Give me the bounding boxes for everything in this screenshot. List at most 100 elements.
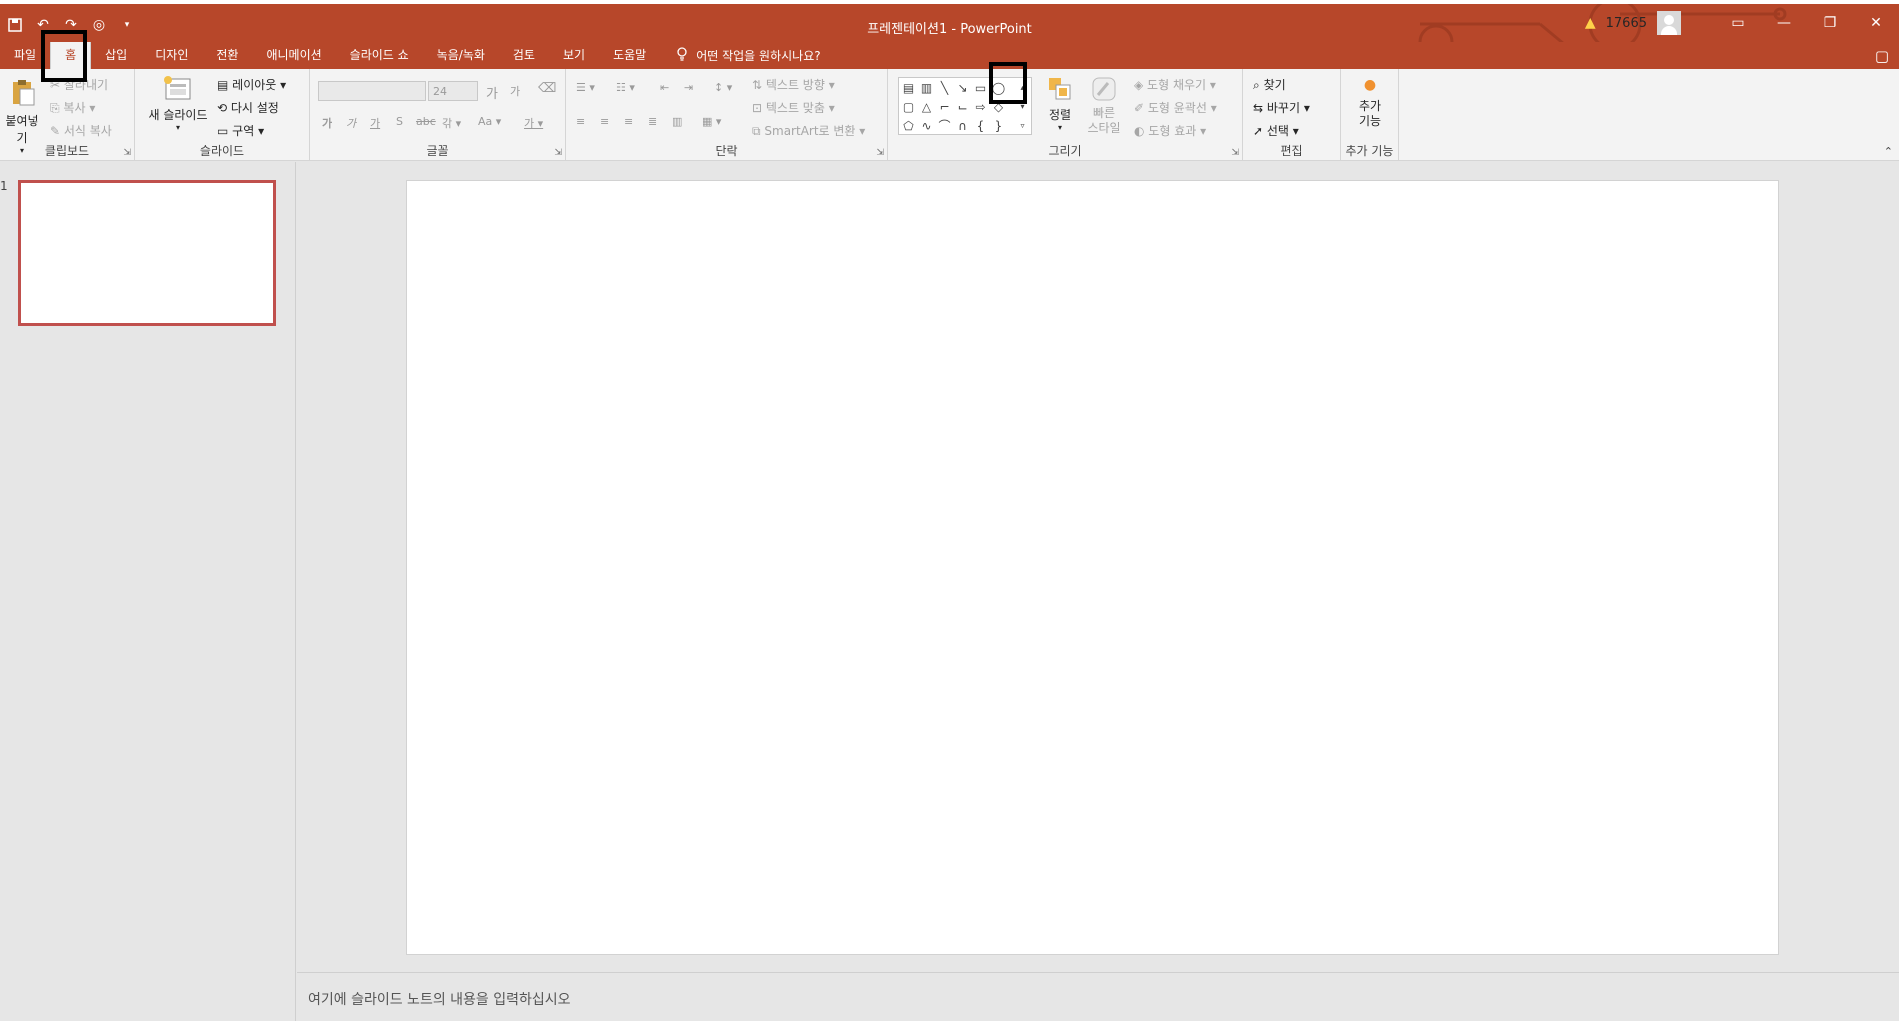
section-button[interactable]: ▭ 구역 ▾ <box>217 122 264 139</box>
addins-icon: ● <box>1363 77 1377 93</box>
font-name-combo[interactable] <box>318 81 426 101</box>
left-brace-icon[interactable]: { <box>973 118 988 133</box>
slide-editor <box>297 162 1899 972</box>
italic-icon[interactable]: 가 <box>346 115 356 131</box>
tab-6[interactable]: 슬라이드 쇼 <box>336 42 423 69</box>
addins-button[interactable]: ● 추가 기능 <box>1347 77 1393 129</box>
close-button[interactable]: ✕ <box>1853 4 1899 42</box>
font-size-combo[interactable]: 24 <box>428 81 478 101</box>
dialog-launcher-icon[interactable]: ⇲ <box>554 148 562 158</box>
minimize-button[interactable]: — <box>1761 4 1807 42</box>
tab-10[interactable]: 도움말 <box>599 42 660 69</box>
arrow-icon[interactable]: ↘ <box>955 80 970 95</box>
bullets-icon[interactable]: ☰ ▾ <box>576 81 595 94</box>
increase-indent-icon[interactable]: ⇥ <box>684 81 693 94</box>
warning-icon[interactable]: ▲ <box>1585 15 1596 31</box>
triangle-icon[interactable]: △ <box>919 99 934 114</box>
select-button[interactable]: ➚ 선택 ▾ <box>1253 122 1299 139</box>
align-right-icon[interactable]: ≡ <box>624 115 633 128</box>
numbering-icon[interactable]: ☷ ▾ <box>616 81 635 94</box>
elbow-connector-icon[interactable]: ⌐ <box>937 99 952 114</box>
rectangle-icon[interactable]: ▭ <box>973 80 988 95</box>
line-icon[interactable]: ╲ <box>937 80 952 95</box>
pentagon-icon[interactable]: ⬠ <box>901 118 916 133</box>
align-left-icon[interactable]: ≡ <box>576 115 585 128</box>
font-group: 24 가 가 ⌫ 가 가 가 S abc 갂 ▾ Aa ▾ 가 ▾ 글꼴 ⇲ <box>310 69 566 161</box>
distributed-icon[interactable]: ▥ <box>672 115 682 128</box>
new-slide-button[interactable]: 새 슬라이드 ▾ <box>143 75 213 132</box>
tab-7[interactable]: 녹음/녹화 <box>423 42 499 69</box>
underline-icon[interactable]: 가 <box>370 115 380 131</box>
elbow-arrow-icon[interactable]: ⌙ <box>955 99 970 114</box>
avatar[interactable] <box>1657 11 1681 35</box>
tell-me-text: 어떤 작업을 원하시나요? <box>696 49 821 63</box>
replace-button[interactable]: ⇆ 바꾸기 ▾ <box>1253 99 1310 116</box>
arc-icon[interactable]: ⌒ <box>937 118 952 133</box>
comment-icon[interactable]: ▢ <box>1875 47 1889 65</box>
strikethrough-icon[interactable]: abc <box>416 115 436 128</box>
dialog-launcher-icon[interactable]: ⇲ <box>123 148 131 158</box>
grow-font-icon[interactable]: 가 <box>486 83 498 102</box>
text-box-icon[interactable]: ▤ <box>901 80 916 95</box>
reset-button[interactable]: ⟲ 다시 설정 <box>217 99 279 116</box>
right-brace-icon[interactable]: } <box>991 118 1006 133</box>
clipboard-group: 붙여넣기 ▾ ✂ 잘라내기 ⎘ 복사 ▾ ✎ 서식 복사 클립보드 ⇲ <box>0 69 135 161</box>
slide-canvas[interactable] <box>406 180 1779 955</box>
curve-icon[interactable]: ∩ <box>955 118 970 133</box>
tab-4[interactable]: 전환 <box>202 42 252 69</box>
justify-icon[interactable]: ≣ <box>648 115 657 128</box>
shape-outline-button[interactable]: ✐ 도형 윤곽선 ▾ <box>1134 99 1217 116</box>
tab-9[interactable]: 보기 <box>549 42 599 69</box>
shadow-icon[interactable]: S <box>396 115 403 128</box>
slide-thumbnail[interactable] <box>18 180 276 326</box>
bold-icon[interactable]: 가 <box>322 115 332 131</box>
replace-label: 바꾸기 <box>1266 101 1301 115</box>
highlight-oval-shape <box>989 62 1027 104</box>
character-spacing-icon[interactable]: 갂 ▾ <box>442 115 461 131</box>
cursor-icon: ➚ <box>1253 124 1264 138</box>
editing-group: ⌕ 찾기 ⇆ 바꾸기 ▾ ➚ 선택 ▾ 편집 <box>1243 69 1341 161</box>
ribbon-display-options-icon[interactable]: ▭ <box>1715 4 1761 42</box>
find-button[interactable]: ⌕ 찾기 <box>1253 76 1286 93</box>
shape-effects-button[interactable]: ◐ 도형 효과 ▾ <box>1134 122 1206 139</box>
text-direction-button[interactable]: ⇅ 텍스트 방향 ▾ <box>752 76 835 93</box>
font-color-icon[interactable]: 가 ▾ <box>524 115 543 131</box>
restore-button[interactable]: ❐ <box>1807 4 1853 42</box>
tab-5[interactable]: 애니메이션 <box>252 42 335 69</box>
smartart-label: SmartArt로 변환 <box>764 124 856 138</box>
smartart-button[interactable]: ⧉ SmartArt로 변환 ▾ <box>752 122 865 139</box>
right-arrow-icon[interactable]: ⇨ <box>973 99 988 114</box>
decrease-indent-icon[interactable]: ⇤ <box>660 81 669 94</box>
copy-button[interactable]: ⎘ 복사 ▾ <box>50 99 95 116</box>
quick-styles-button[interactable]: 빠른 스타일 <box>1082 75 1126 136</box>
tab-3[interactable]: 디자인 <box>141 42 202 69</box>
dialog-launcher-icon[interactable]: ⇲ <box>876 148 884 158</box>
gallery-more-icon[interactable]: ▿ <box>1015 118 1030 133</box>
dialog-launcher-icon[interactable]: ⇲ <box>1231 148 1239 158</box>
tab-8[interactable]: 검토 <box>499 42 549 69</box>
paragraph-label: 단락 <box>715 144 738 158</box>
freeform-icon[interactable]: ∿ <box>919 118 934 133</box>
paragraph-group: ☰ ▾ ☷ ▾ ⇤ ⇥ ↕ ▾ ⇅ 텍스트 방향 ▾ ≡ ≡ ≡ ≣ ▥ ▦ ▾… <box>566 69 888 161</box>
user-id[interactable]: 17665 <box>1606 16 1647 31</box>
columns-icon[interactable]: ▦ ▾ <box>702 115 721 128</box>
format-painter-button[interactable]: ✎ 서식 복사 <box>50 122 112 139</box>
rounded-rectangle-icon[interactable]: ▢ <box>901 99 916 114</box>
arrange-button[interactable]: 정렬 ▾ <box>1040 75 1080 132</box>
font-size-value: 24 <box>433 85 447 98</box>
line-spacing-icon[interactable]: ↕ ▾ <box>714 81 732 94</box>
change-case-icon[interactable]: Aa ▾ <box>478 115 501 128</box>
notes-pane[interactable]: 여기에 슬라이드 노트의 내용을 입력하십시오 <box>297 972 1899 1021</box>
align-center-icon[interactable]: ≡ <box>600 115 609 128</box>
align-text-button[interactable]: ⊡ 텍스트 맞춤 ▾ <box>752 99 835 116</box>
vertical-text-box-icon[interactable]: ▥ <box>919 80 934 95</box>
tell-me-box[interactable]: 어떤 작업을 원하시나요? <box>660 42 821 69</box>
shrink-font-icon[interactable]: 가 <box>510 83 520 99</box>
clear-format-icon[interactable]: ⌫ <box>538 81 556 96</box>
slides-label: 슬라이드 <box>199 144 245 158</box>
layout-button[interactable]: ▤ 레이아웃 ▾ <box>217 76 286 93</box>
tab-2[interactable]: 삽입 <box>91 42 141 69</box>
collapse-ribbon-icon[interactable]: ⌃ <box>1884 145 1893 158</box>
shape-fill-button[interactable]: ◈ 도형 채우기 ▾ <box>1134 76 1216 93</box>
clipboard-label: 클립보드 <box>44 144 90 158</box>
